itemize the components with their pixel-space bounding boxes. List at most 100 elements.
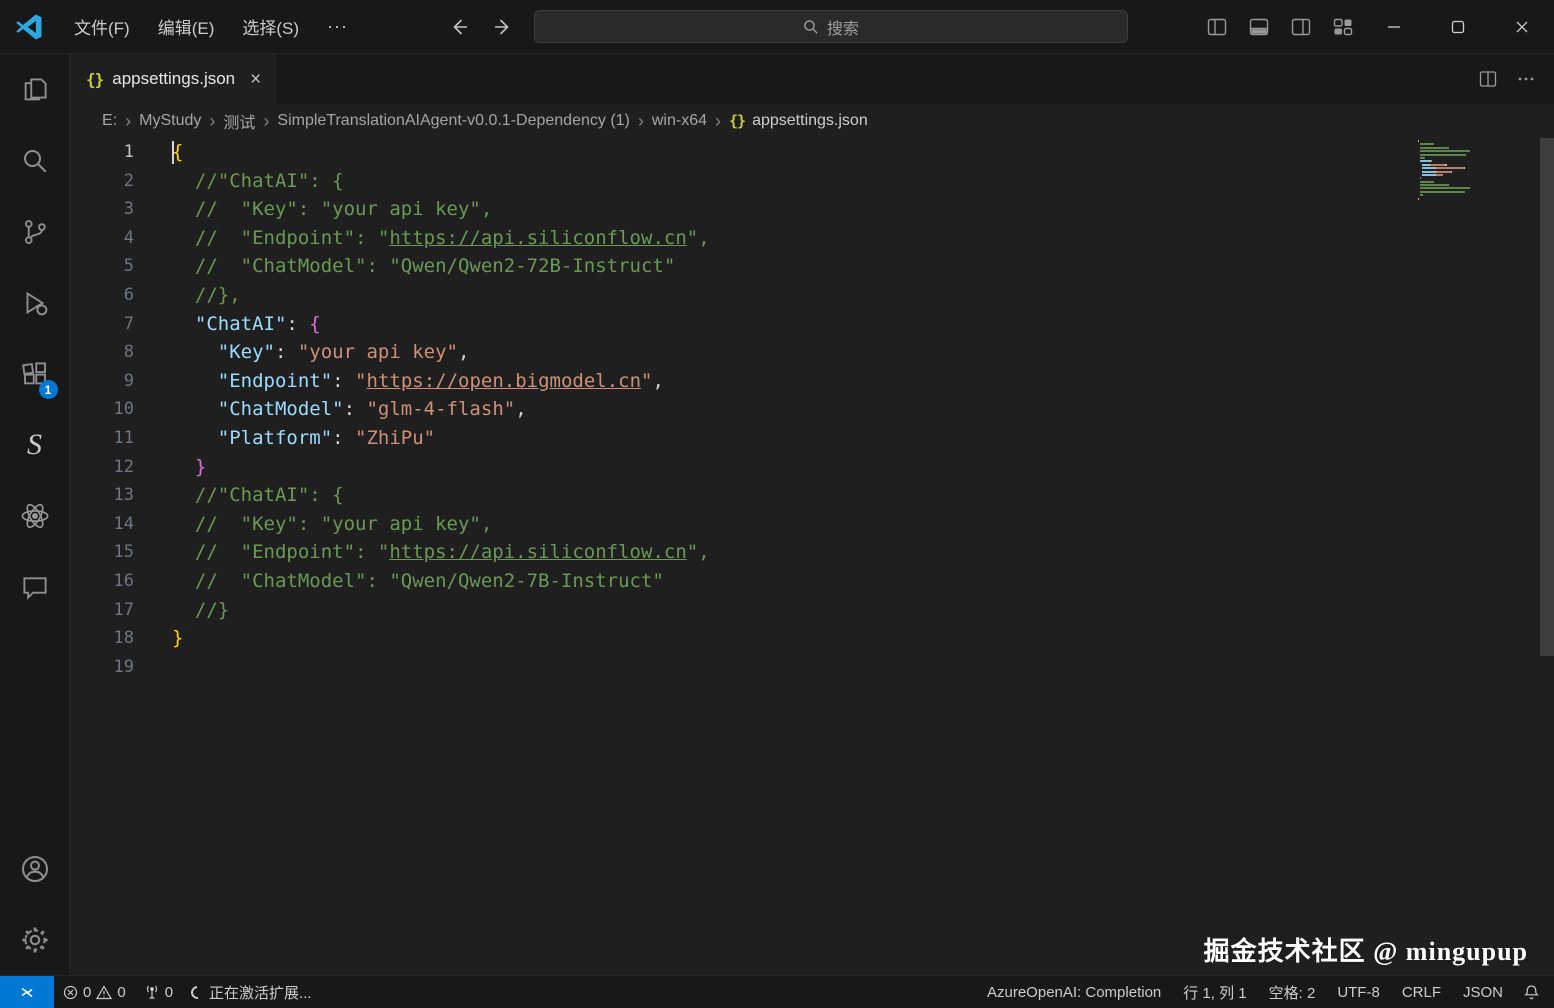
- remote-indicator[interactable]: [0, 976, 54, 1008]
- code-line: //}: [172, 598, 230, 621]
- toggle-panel-icon[interactable]: [1248, 16, 1270, 38]
- status-item[interactable]: UTF-8: [1326, 984, 1391, 1001]
- back-button[interactable]: [448, 16, 470, 38]
- line-number: 3: [123, 199, 134, 220]
- split-editor-icon[interactable]: [1478, 69, 1498, 89]
- code-lines: { //"ChatAI": { // "Key": "your api key"…: [134, 138, 1554, 975]
- breadcrumb-item[interactable]: SimpleTranslationAIAgent-v0.0.1-Dependen…: [277, 112, 629, 130]
- line-number: 16: [113, 570, 134, 591]
- breadcrumb-separator-icon: ›: [263, 110, 270, 131]
- tab-label: appsettings.json: [112, 69, 236, 88]
- activating-extensions[interactable]: 正在激活扩展...: [182, 976, 321, 1008]
- line-number: 19: [113, 656, 134, 677]
- menu-item[interactable]: 编辑(E): [144, 8, 229, 45]
- customize-layout-icon[interactable]: [1332, 16, 1354, 38]
- explorer-icon[interactable]: [0, 54, 70, 125]
- loading-spinner-icon: [188, 982, 207, 1002]
- code-line: // "ChatModel": "Qwen/Qwen2-72B-Instruct…: [172, 255, 676, 278]
- source-control-icon[interactable]: [0, 196, 70, 267]
- breadcrumb: E: › MyStudy › 测试 › SimpleTranslationAIAgent-v…: [70, 104, 1554, 138]
- menu-bar: 文件(F) 编辑(E) 选择(S): [60, 8, 313, 45]
- notifications-bell[interactable]: [1514, 976, 1554, 1008]
- tab-appsettings-json[interactable]: {} appsettings.json ×: [70, 54, 277, 104]
- minimap-content: [1418, 140, 1536, 204]
- close-button[interactable]: [1490, 0, 1554, 54]
- minimap[interactable]: [1418, 140, 1536, 204]
- breadcrumb-separator-icon: ›: [715, 110, 722, 131]
- code-line: //"ChatAI": {: [172, 169, 344, 192]
- ports-count: 0: [164, 983, 174, 1001]
- search-view-icon[interactable]: [0, 125, 70, 196]
- maximize-button[interactable]: [1426, 0, 1490, 54]
- line-number: 14: [113, 513, 134, 534]
- code-editor[interactable]: 1 2 3 4 5 6 7 8 9 10 11 12 13 14 15 16 17 18 19 { //"ChatA…: [70, 138, 1554, 975]
- code-line: "Platform": "ZhiPu": [172, 426, 436, 449]
- line-number: 13: [113, 485, 134, 506]
- line-number: 7: [123, 313, 134, 334]
- ports-indicator[interactable]: 0: [135, 976, 182, 1008]
- line-number: 9: [123, 370, 134, 391]
- status-bar: 0 0 0 正在激活扩展... AzureOpenAI: Completion 行…: [0, 975, 1554, 1008]
- command-center-search[interactable]: 搜索: [534, 10, 1129, 43]
- code-line: // "Endpoint": "https://api.siliconflow.…: [172, 541, 710, 564]
- chat-view-icon[interactable]: [0, 551, 70, 622]
- radio-tower-icon: [146, 985, 157, 999]
- tab-close-icon[interactable]: ×: [250, 70, 261, 89]
- code-line: // "Endpoint": "https://api.siliconflow.…: [172, 226, 710, 249]
- editor-more-actions-icon[interactable]: [1516, 69, 1536, 89]
- extensions-badge: 1: [38, 380, 58, 399]
- react-extension-icon[interactable]: [0, 480, 70, 551]
- json-file-icon: {}: [86, 69, 104, 89]
- line-number: 6: [123, 284, 134, 305]
- code-line: }: [172, 627, 184, 650]
- watermark: 掘金技术社区 @ mingupup: [1203, 937, 1528, 966]
- settings-gear-icon[interactable]: [0, 904, 70, 975]
- line-number: 18: [113, 628, 134, 649]
- bell-icon: [1523, 984, 1540, 999]
- extensions-icon[interactable]: 1: [0, 338, 70, 409]
- status-right-items: AzureOpenAI: Completion 行 1, 列 1 空格: 2 UTF-…: [976, 982, 1514, 1003]
- account-icon[interactable]: [0, 833, 70, 904]
- vscode-logo-icon: [16, 14, 42, 39]
- breadcrumb-item[interactable]: 测试: [223, 109, 255, 133]
- toggle-sidebar-icon[interactable]: [1206, 16, 1228, 38]
- warnings-icon: [96, 984, 113, 999]
- search-placeholder: 搜索: [827, 20, 860, 38]
- run-debug-icon[interactable]: [0, 267, 70, 338]
- status-item[interactable]: AzureOpenAI: Completion: [976, 984, 1172, 1001]
- code-line: "ChatModel": "glm-4-flash",: [172, 398, 527, 421]
- line-number: 5: [123, 256, 134, 277]
- status-item[interactable]: JSON: [1452, 984, 1514, 1001]
- line-number: 11: [113, 427, 134, 448]
- breadcrumb-item[interactable]: E:: [102, 112, 117, 130]
- forward-button[interactable]: [492, 16, 514, 38]
- menu-overflow-button[interactable]: ···: [313, 16, 362, 37]
- toggle-secondary-sidebar-icon[interactable]: [1290, 16, 1312, 38]
- breadcrumb-item[interactable]: MyStudy: [139, 112, 201, 130]
- code-line: {: [172, 141, 184, 163]
- code-line: // "ChatModel": "Qwen/Qwen2-7B-Instruct": [172, 569, 664, 592]
- line-numbers: 1 2 3 4 5 6 7 8 9 10 11 12 13 14 15 16 17 18 19: [70, 138, 134, 975]
- breadcrumb-item[interactable]: appsettings.json: [752, 112, 868, 130]
- status-item[interactable]: CRLF: [1391, 984, 1452, 1001]
- breadcrumb-item[interactable]: win-x64: [652, 112, 707, 130]
- search-icon: [804, 19, 818, 34]
- errors-icon: [63, 985, 78, 999]
- menu-item[interactable]: 文件(F): [60, 8, 144, 45]
- warnings-count: 0: [117, 983, 126, 1001]
- vertical-scrollbar[interactable]: [1540, 138, 1554, 656]
- code-line: //"ChatAI": {: [172, 484, 344, 507]
- s-extension-icon[interactable]: S: [0, 409, 70, 480]
- breadcrumb-separator-icon: ›: [125, 110, 132, 131]
- code-line: //},: [172, 283, 241, 306]
- problems-indicator[interactable]: 0 0: [54, 976, 135, 1008]
- minimize-button[interactable]: [1362, 0, 1426, 54]
- activating-message: 正在激活扩展...: [209, 984, 312, 1002]
- status-item[interactable]: 行 1, 列 1: [1172, 982, 1257, 1003]
- json-file-icon: {}: [729, 112, 746, 130]
- status-item[interactable]: 空格: 2: [1258, 982, 1327, 1003]
- code-line: // "Key": "your api key",: [172, 512, 493, 535]
- menu-item[interactable]: 选择(S): [228, 8, 313, 45]
- text-cursor: [172, 141, 174, 164]
